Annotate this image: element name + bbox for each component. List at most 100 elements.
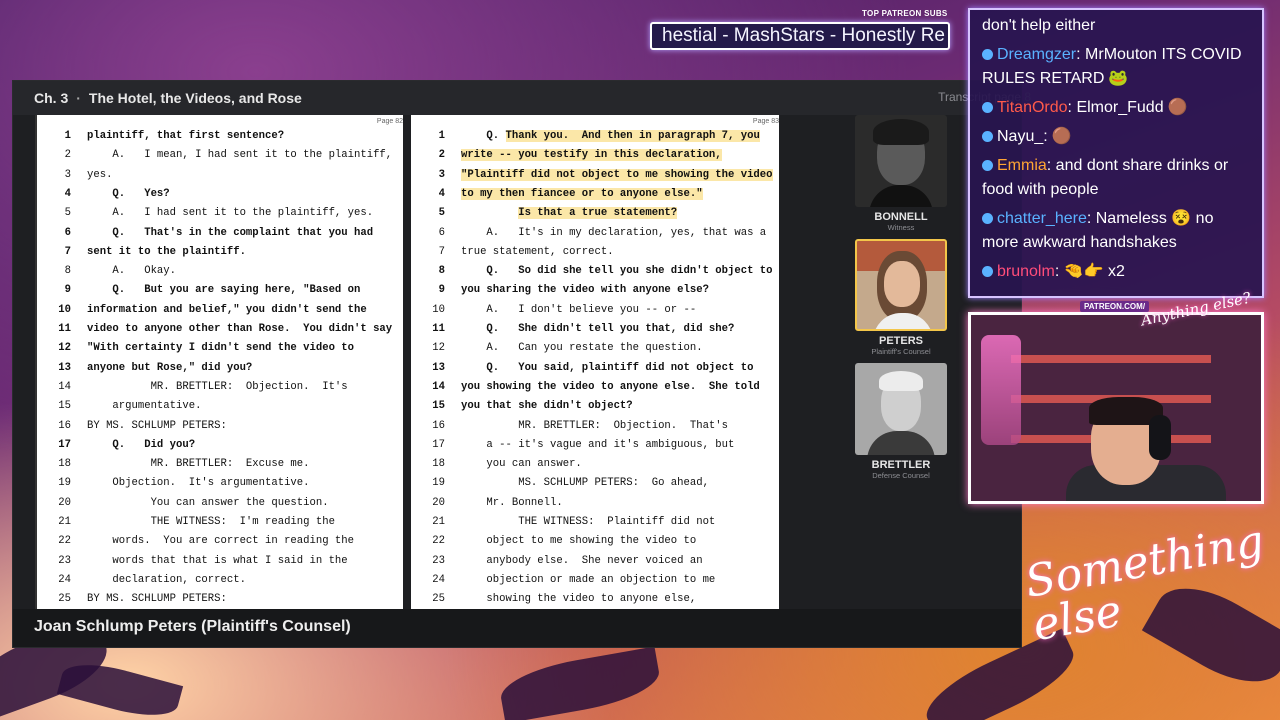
cam-brand: PATREON.COM/ bbox=[1080, 301, 1150, 312]
chat-message: Dreamgzer: MrMouton ITS COVID RULES RETA… bbox=[982, 43, 1250, 91]
line-text: Objection. It's argumentative. bbox=[87, 477, 310, 490]
transcript-line: 21 THE WITNESS: Plaintiff did not bbox=[411, 513, 779, 532]
transcript-line: 8 A. Okay. bbox=[37, 262, 403, 281]
line-text: you can answer. bbox=[461, 455, 581, 474]
line-text: anybody else. She never voiced an bbox=[461, 552, 703, 571]
line-text: information and belief," you didn't send… bbox=[87, 303, 367, 316]
chat-text: don't help either bbox=[982, 17, 1096, 34]
transcript-line: 2 A. I mean, I had sent it to the plaint… bbox=[37, 146, 403, 165]
line-number: 19 bbox=[432, 477, 445, 490]
line-text: A. I had sent it to the plaintiff, yes. bbox=[87, 207, 374, 220]
line-number: 17 bbox=[58, 438, 71, 451]
line-text: BY MS. SCHLUMP PETERS: bbox=[87, 419, 227, 432]
transcript-line: 12 A. Can you restate the question. bbox=[411, 339, 779, 358]
line-number: 4 bbox=[64, 187, 71, 200]
chat-username[interactable]: chatter_here bbox=[997, 210, 1087, 227]
chat-emote: 🐸 bbox=[1108, 70, 1129, 87]
line-number: 13 bbox=[432, 361, 445, 374]
transcript-line: 22 words. You are correct in reading the bbox=[37, 532, 403, 551]
transcript-line: 5 Is that a true statement? bbox=[411, 204, 779, 223]
line-text-plain: MS. SCHLUMP PETERS: Go ahead, bbox=[461, 477, 709, 490]
line-text: sent it to the plaintiff. bbox=[87, 245, 246, 258]
avatar bbox=[855, 115, 947, 207]
viewer-header: Ch. 3 · The Hotel, the Videos, and Rose … bbox=[13, 81, 1031, 115]
line-text: THE WITNESS: Plaintiff did not bbox=[461, 513, 715, 532]
line-number: 7 bbox=[438, 245, 445, 258]
line-number: 2 bbox=[64, 149, 71, 162]
speaker-role: Defense Counsel bbox=[872, 471, 930, 480]
patreon-ticker: hestial - MashStars - Honestly Re bbox=[650, 22, 950, 50]
speaker-name: BONNELL bbox=[874, 211, 928, 223]
transcript-line: 10 information and belief," you didn't se… bbox=[37, 301, 403, 320]
transcript-line: 6 Q. That's in the complaint that you ha… bbox=[37, 224, 403, 243]
line-number: 23 bbox=[58, 554, 71, 567]
line-text: Is that a true statement? bbox=[461, 204, 678, 223]
line-text-plain: object to me showing the video to bbox=[461, 535, 697, 548]
line-text-plain: Q. You said, plaintiff did not object to bbox=[461, 361, 754, 374]
line-number: 5 bbox=[64, 207, 71, 220]
line-text-plain: true statement, correct. bbox=[461, 245, 614, 258]
transcript-line: 9 Q. But you are saying here, "Based on bbox=[37, 281, 403, 300]
highlighted-text: to my then fiancee or to anyone else." bbox=[461, 187, 703, 200]
line-text-plain: a -- it's vague and it's ambiguous, but bbox=[461, 438, 735, 451]
transcript-line: 25 showing the video to anyone else, bbox=[411, 590, 779, 609]
transcript-line: 8 Q. So did she tell you she didn't obje… bbox=[411, 262, 779, 281]
line-number: 8 bbox=[64, 265, 71, 278]
transcript-line: 20 Mr. Bonnell. bbox=[411, 494, 779, 513]
chat-username[interactable]: Dreamgzer bbox=[997, 46, 1076, 63]
line-text: A. I mean, I had sent it to the plaintif… bbox=[87, 149, 393, 162]
line-text-plain: A. It's in my declaration, yes, that was… bbox=[461, 226, 767, 239]
line-text: you showing the video to anyone else. Sh… bbox=[461, 378, 760, 397]
line-text-plain: anybody else. She never voiced an bbox=[461, 554, 703, 567]
line-text-plain: you sharing the video with anyone else? bbox=[461, 284, 709, 297]
transcript-line: 19 MS. SCHLUMP PETERS: Go ahead, bbox=[411, 474, 779, 493]
bg-leaf bbox=[56, 655, 184, 720]
chat-badge-icon bbox=[982, 102, 993, 113]
line-text: yes. bbox=[87, 168, 113, 181]
chat-badge-icon bbox=[982, 49, 993, 60]
transcript-line: 3 "Plaintiff did not object to me showing… bbox=[411, 166, 779, 185]
transcript-page-right: Page 83 1 Q. Thank you. And then in para… bbox=[411, 115, 779, 610]
transcript-line: 19 Objection. It's argumentative. bbox=[37, 474, 403, 493]
line-text-plain: MR. BRETTLER: Objection. That's bbox=[461, 419, 729, 432]
line-number: 9 bbox=[438, 284, 445, 297]
line-number: 11 bbox=[432, 323, 445, 335]
speaker-peters[interactable]: PETERS Plaintiff's Counsel bbox=[855, 239, 947, 356]
line-number: 18 bbox=[432, 458, 445, 471]
line-text: MR. BRETTLER: Objection. That's bbox=[461, 417, 728, 436]
chat-message: Nayu_: 🟤 bbox=[982, 125, 1250, 149]
line-number: 16 bbox=[432, 419, 445, 432]
line-number: 6 bbox=[438, 226, 445, 239]
chat-username[interactable]: TitanOrdo bbox=[997, 99, 1068, 116]
transcript-line: 4 Q. Yes? bbox=[37, 185, 403, 204]
line-text: BY MS. SCHLUMP PETERS: bbox=[87, 593, 227, 606]
transcript-line: 11 Q. She didn't tell you that, did she? bbox=[411, 320, 779, 339]
transcript-line: 2 write -- you testify in this declaratio… bbox=[411, 146, 779, 165]
line-number: 2 bbox=[438, 149, 445, 162]
chat-badge-icon bbox=[982, 213, 993, 224]
line-number: 20 bbox=[58, 496, 71, 509]
chat-text: : Elmor_Fudd bbox=[1067, 99, 1164, 116]
line-number: 20 bbox=[432, 496, 445, 509]
headset bbox=[1149, 415, 1171, 460]
line-text: Q. She didn't tell you that, did she? bbox=[461, 320, 734, 339]
line-text: Mr. Bonnell. bbox=[461, 494, 562, 513]
lamp bbox=[981, 335, 1021, 445]
transcript-line: 23 anybody else. She never voiced an bbox=[411, 552, 779, 571]
chat-username[interactable]: Emmia bbox=[997, 157, 1047, 174]
line-number: 14 bbox=[432, 380, 445, 393]
line-number: 8 bbox=[438, 265, 445, 278]
speaker-bonnell[interactable]: BONNELL Witness bbox=[855, 115, 947, 232]
line-text: objection or made an objection to me bbox=[461, 571, 715, 590]
chat-username[interactable]: Nayu_ bbox=[997, 128, 1043, 145]
chat-username[interactable]: brunolm bbox=[997, 263, 1055, 280]
highlighted-text: "Plaintiff did not object to me showing … bbox=[461, 168, 773, 181]
line-text: You can answer the question. bbox=[87, 496, 329, 509]
line-number: 19 bbox=[58, 477, 71, 490]
line-text-plain: objection or made an objection to me bbox=[461, 573, 716, 586]
line-number: 12 bbox=[58, 342, 71, 355]
speaker-brettler[interactable]: BRETTLER Defense Counsel bbox=[855, 363, 947, 480]
line-number: 15 bbox=[58, 400, 71, 413]
chat-message: brunolm: 🤏👉 x2 bbox=[982, 260, 1250, 284]
line-number: 1 bbox=[64, 130, 71, 142]
